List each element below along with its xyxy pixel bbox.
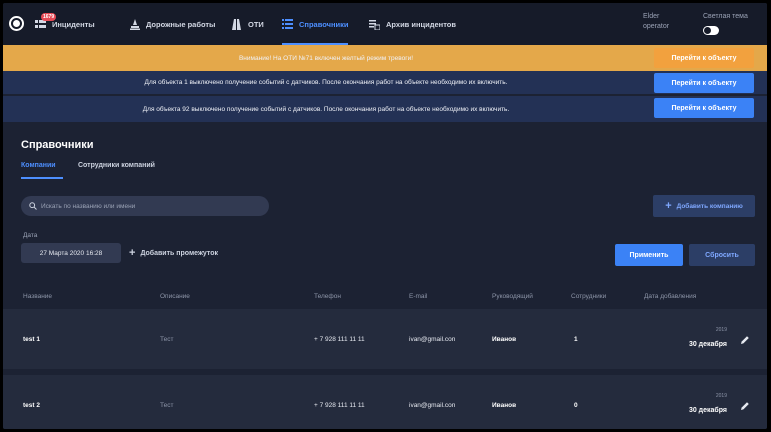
oti-icon (231, 18, 242, 30)
company-name: test 1 (23, 336, 40, 343)
sensor-banner: Для объекта 92 выключено получение событ… (3, 96, 767, 122)
banner-text: Для объекта 92 выключено получение событ… (142, 105, 510, 113)
edit-icon[interactable] (739, 333, 751, 345)
nav-item-incidents[interactable]: 1679 Инциденты (35, 3, 95, 45)
date-added: 2019 30 декабря (643, 327, 727, 351)
column-header-email[interactable]: E-mail (409, 293, 427, 300)
edit-icon[interactable] (739, 399, 751, 411)
tab-companies[interactable]: Компании (21, 162, 56, 169)
nav-item-label: Инциденты (52, 19, 95, 29)
date-added-day: 30 декабря (688, 407, 727, 414)
active-tab-indicator (21, 177, 63, 179)
tab-company-employees[interactable]: Сотрудники компаний (78, 162, 155, 169)
date-added: 2019 30 декабря (643, 393, 727, 417)
nav-item-archive[interactable]: Архив инцидентов (369, 3, 456, 45)
sensor-banner: Для объекта 1 выключено получение событи… (3, 71, 767, 95)
go-to-object-button[interactable]: Перейти к объекту (654, 48, 754, 68)
user-info[interactable]: Elder operator (643, 12, 669, 32)
date-added-year: 2019 (715, 327, 727, 333)
banner-text: Внимание! На ОТИ №71 включен желтый режи… (238, 54, 414, 62)
top-nav: 1679 Инциденты Дорожные работы ОТИ Справ… (3, 3, 767, 45)
company-manager: Иванов (492, 402, 517, 409)
plus-icon: + (129, 247, 136, 259)
company-employees: 1 (574, 336, 578, 343)
company-email: ivan@gmail.con (409, 402, 456, 409)
nav-item-label: Справочники (299, 19, 349, 29)
company-phone: + 7 928 111 11 11 (314, 402, 365, 409)
nav-item-label: ОТИ (248, 19, 264, 29)
nav-item-oti[interactable]: ОТИ (231, 3, 264, 45)
plus-icon: + (665, 200, 672, 212)
date-filter-label: Дата (23, 232, 38, 239)
column-header-manager[interactable]: Руководящий (492, 293, 533, 300)
add-range-label: Добавить промежуток (140, 249, 219, 257)
table-row[interactable]: test 2 Тест + 7 928 111 11 11 ivan@gmail… (3, 375, 767, 429)
company-employees: 0 (574, 402, 578, 409)
incidents-count-badge: 1679 (41, 13, 57, 21)
date-picker[interactable]: 27 Марта 2020 16:28 (21, 243, 121, 263)
date-added-year: 2019 (715, 393, 727, 399)
directory-icon (282, 19, 293, 29)
user-name: Elder (643, 13, 660, 20)
company-description: Тест (160, 402, 174, 409)
company-description: Тест (160, 336, 174, 343)
column-header-phone[interactable]: Телефон (314, 293, 341, 300)
search-box[interactable] (21, 196, 269, 216)
banner-text: Для объекта 1 выключено получение событи… (144, 79, 508, 86)
search-icon (29, 197, 37, 215)
alarm-banner: Внимание! На ОТИ №71 включен желтый режи… (3, 45, 767, 71)
column-header-employees[interactable]: Сотрудники (571, 293, 606, 300)
apply-button[interactable]: Применить (615, 244, 683, 266)
add-range-button[interactable]: + Добавить промежуток (129, 247, 218, 259)
archive-icon (369, 19, 380, 30)
add-company-button[interactable]: + Добавить компанию (653, 195, 755, 217)
reset-button[interactable]: Сбросить (689, 244, 755, 266)
company-manager: Иванов (492, 336, 517, 343)
company-email: ivan@gmail.con (409, 336, 456, 343)
company-name: test 2 (23, 402, 40, 409)
column-header-name[interactable]: Название (23, 293, 52, 300)
nav-item-label: Дорожные работы (146, 19, 216, 29)
company-phone: + 7 928 111 11 11 (314, 336, 365, 343)
road-works-icon (130, 18, 140, 30)
add-company-label: Добавить компанию (676, 202, 743, 210)
theme-toggle[interactable] (703, 26, 719, 35)
theme-label: Светлая тема (703, 13, 748, 20)
nav-item-road-works[interactable]: Дорожные работы (130, 3, 215, 45)
page-title: Справочники (21, 139, 94, 151)
nav-item-label: Архив инцидентов (386, 19, 456, 29)
column-header-date-added[interactable]: Дата добавления (644, 293, 696, 300)
date-added-day: 30 декабря (688, 341, 727, 348)
nav-item-directory[interactable]: Справочники (282, 3, 349, 45)
search-input[interactable] (41, 202, 261, 210)
column-header-description[interactable]: Описание (160, 293, 190, 300)
table-row[interactable]: test 1 Тест + 7 928 111 11 11 ivan@gmail… (3, 309, 767, 369)
app-window: 1679 Инциденты Дорожные работы ОТИ Справ… (3, 3, 767, 429)
app-logo-icon[interactable] (9, 16, 24, 31)
go-to-object-button[interactable]: Перейти к объекту (654, 98, 754, 118)
go-to-object-button[interactable]: Перейти к объекту (654, 73, 754, 93)
user-role: operator (643, 23, 670, 30)
